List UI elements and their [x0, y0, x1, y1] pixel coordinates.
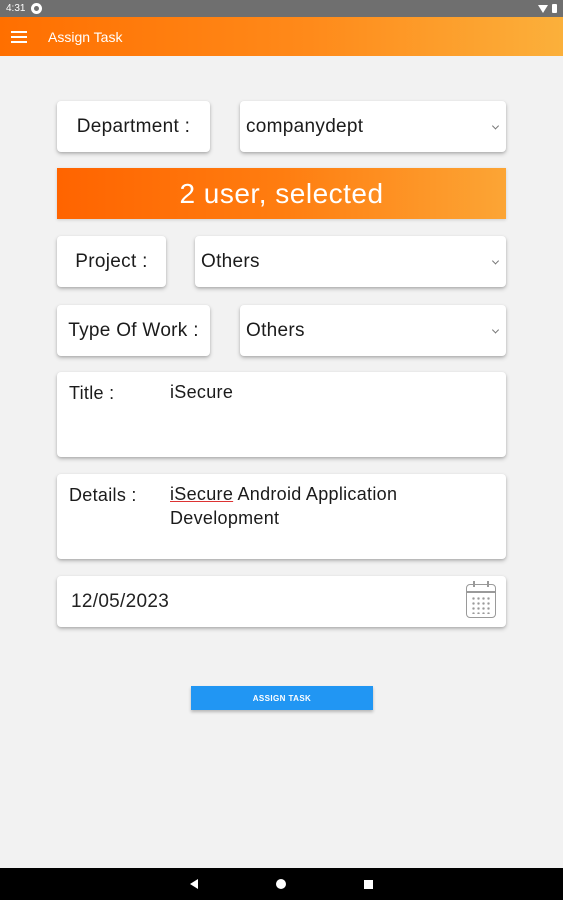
- calendar-icon[interactable]: [466, 581, 496, 618]
- project-value: Others: [201, 250, 260, 272]
- type-of-work-dropdown[interactable]: Others: [240, 305, 506, 356]
- details-field[interactable]: Details : iSecure Android Application De…: [57, 474, 506, 559]
- details-label: Details :: [69, 485, 137, 505]
- status-icons: [538, 4, 557, 13]
- type-of-work-value: Others: [246, 319, 305, 341]
- home-icon[interactable]: [276, 879, 286, 889]
- date-value: 12/05/2023: [71, 590, 170, 612]
- back-icon[interactable]: [190, 879, 198, 889]
- project-dropdown[interactable]: Others: [195, 236, 506, 287]
- project-label: Project :: [57, 236, 166, 287]
- app-notification-icon: [31, 3, 43, 14]
- department-label: Department :: [57, 101, 210, 152]
- title-input[interactable]: iSecure: [170, 380, 466, 404]
- system-nav-bar: [0, 868, 563, 900]
- title-field[interactable]: Title : iSecure: [57, 372, 506, 457]
- selected-users-banner[interactable]: 2 user, selected: [57, 168, 506, 219]
- status-bar: 4:31: [0, 0, 563, 17]
- chevron-down-icon: [491, 325, 500, 334]
- date-field[interactable]: 12/05/2023: [57, 576, 506, 627]
- title-label: Title :: [69, 383, 115, 403]
- department-value: companydept: [246, 115, 364, 137]
- page-title: Assign Task: [48, 28, 123, 45]
- details-spellcheck-word: iSecure: [170, 484, 234, 504]
- assign-task-button[interactable]: ASSIGN TASK: [191, 686, 373, 710]
- wifi-icon: [538, 4, 548, 13]
- hamburger-menu-icon[interactable]: [11, 30, 27, 43]
- department-dropdown[interactable]: companydept: [240, 101, 506, 152]
- details-input[interactable]: iSecure Android Application Development: [170, 482, 466, 530]
- app-bar: Assign Task: [0, 17, 563, 56]
- chevron-down-icon: [491, 256, 500, 265]
- battery-icon: [552, 4, 557, 13]
- recents-icon[interactable]: [364, 879, 373, 889]
- status-time: 4:31: [6, 3, 26, 14]
- chevron-down-icon: [491, 121, 500, 130]
- type-of-work-label: Type Of Work :: [57, 305, 210, 356]
